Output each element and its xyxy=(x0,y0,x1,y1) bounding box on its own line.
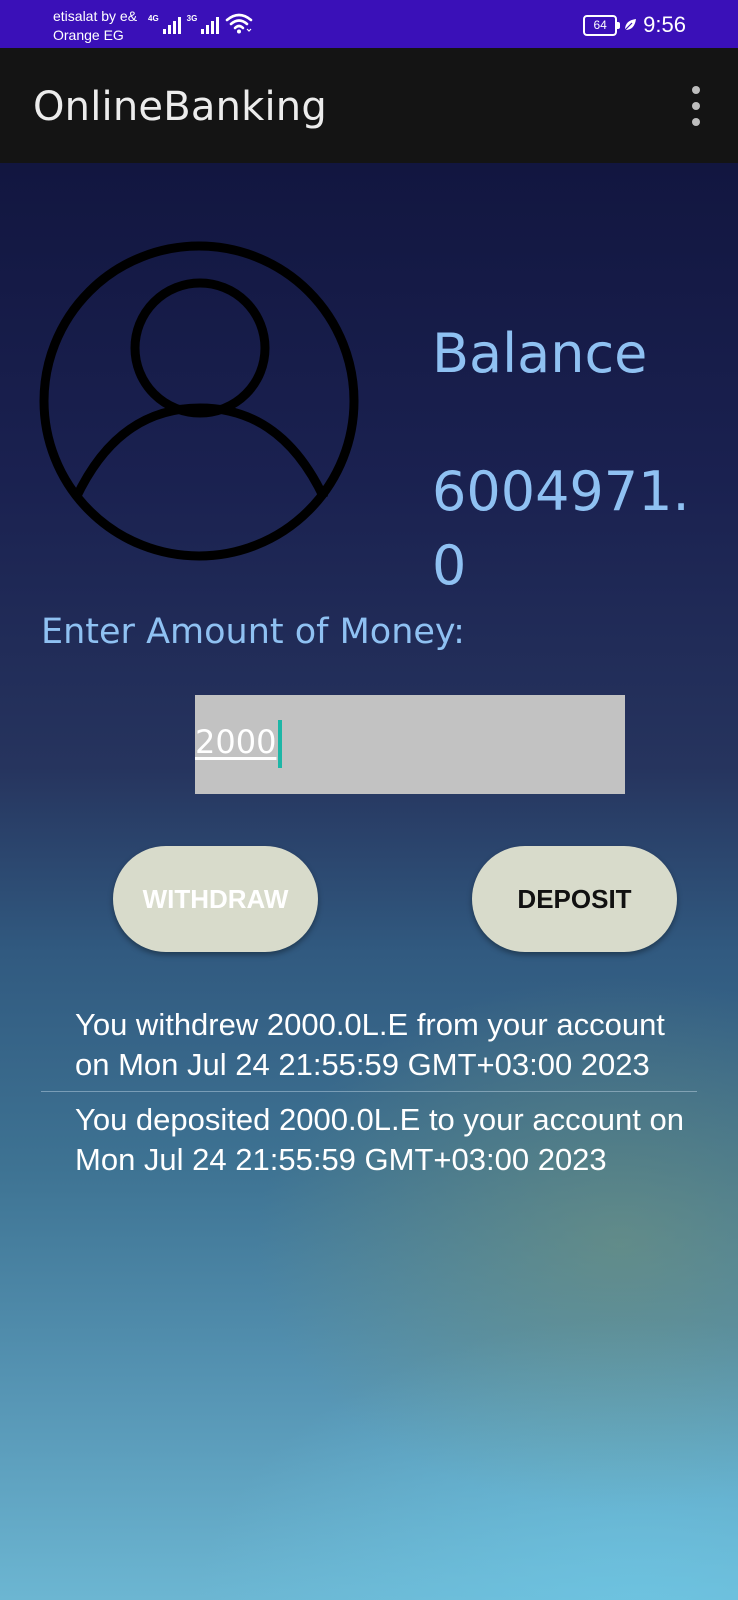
divider xyxy=(41,1091,697,1092)
history-item[interactable]: You withdrew 2000.0L.E from your account… xyxy=(41,1005,697,1085)
status-right: 64 9:56 xyxy=(583,12,686,38)
wifi-icon xyxy=(226,13,253,34)
carrier-name: etisalat by e& xyxy=(53,8,138,24)
amount-label: Enter Amount of Money: xyxy=(41,612,465,652)
network-type: 4G xyxy=(148,14,159,23)
clock: 9:56 xyxy=(643,12,686,37)
app-bar: OnlineBanking xyxy=(0,48,738,163)
withdraw-button[interactable]: WITHDRAW xyxy=(113,846,318,952)
deposit-button[interactable]: DEPOSIT xyxy=(472,846,677,952)
network-type: 3G xyxy=(186,14,198,23)
battery-icon: 64 xyxy=(583,14,621,36)
balance-value: 6004971.0 xyxy=(432,460,690,597)
text-cursor xyxy=(278,720,282,768)
cell-signal-icon: 4G xyxy=(148,14,181,34)
carrier-info: etisalat by e& Orange EG xyxy=(53,7,137,45)
status-bar: etisalat by e& Orange EG 4G 3G 64 9:56 xyxy=(0,0,738,48)
history-item[interactable]: You deposited 2000.0L.E to your account … xyxy=(41,1100,697,1180)
app-title: OnlineBanking xyxy=(33,84,327,130)
carrier-name-secondary: Orange EG xyxy=(53,27,124,43)
leaf-icon xyxy=(624,19,637,31)
signal-indicators: 4G 3G xyxy=(148,12,253,34)
user-avatar-icon xyxy=(39,241,359,561)
cell-signal-icon: 3G xyxy=(187,14,220,34)
balance-label: Balance xyxy=(432,322,648,385)
amount-input-value: 2000 xyxy=(195,723,277,761)
amount-input[interactable]: 2000 xyxy=(195,695,625,794)
transaction-history: You withdrew 2000.0L.E from your account… xyxy=(41,1005,697,1180)
overflow-menu-icon[interactable] xyxy=(689,86,703,126)
